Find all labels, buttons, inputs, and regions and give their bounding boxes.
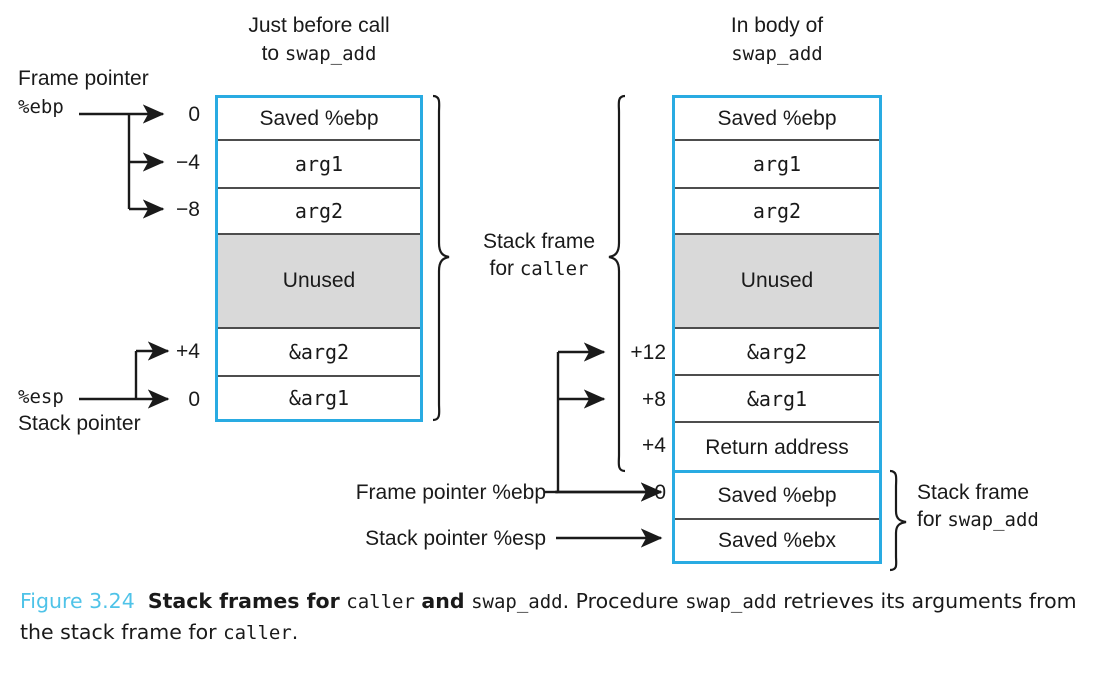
left-offset-0-bottom: 0 <box>188 388 200 411</box>
caller-brace-line2: for caller <box>459 255 619 283</box>
right-cell-arg1-text: arg1 <box>752 152 802 176</box>
right-header-line1: In body of <box>730 14 824 37</box>
left-cell-arg1: arg1 <box>218 141 420 189</box>
left-stack-frame-box: Saved %ebp arg1 arg2 Unused &arg2 &arg1 <box>215 95 423 422</box>
right-cell-unused: Unused <box>675 235 879 329</box>
left-frame-pointer-label: Frame pointer %ebp <box>18 66 149 120</box>
caption-body-1: . Procedure <box>562 589 679 613</box>
left-cell-addr-arg1-text: &arg1 <box>288 386 350 410</box>
right-cell-arg2-text: arg2 <box>752 199 802 223</box>
brace-swap-add <box>889 469 907 572</box>
left-header-line2: to swap_add <box>209 40 429 68</box>
left-frame-pointer-line1: Frame pointer <box>18 67 149 90</box>
swap-brace-for: for <box>917 508 942 531</box>
right-frame-pointer-text: Frame pointer %ebp <box>355 481 546 504</box>
right-cell-arg2: arg2 <box>675 189 879 235</box>
right-offset-0: 0 <box>654 481 666 504</box>
left-cell-unused: Unused <box>218 235 420 329</box>
left-offset-0-top: 0 <box>188 103 200 126</box>
left-stack-pointer-register: %esp <box>18 386 64 408</box>
right-cell-unused-text: Unused <box>740 269 814 292</box>
caller-brace-line1: Stack frame <box>482 230 596 253</box>
right-cell-addr-arg2: &arg2 <box>675 329 879 376</box>
pointer-arrows-svg <box>79 94 907 572</box>
right-cell-return-address: Return address <box>675 423 879 473</box>
right-offset-plus12: +12 <box>630 341 666 364</box>
brace-caller-left <box>432 94 450 422</box>
right-cell-saved-ebp-caller-text: Saved %ebp <box>717 106 837 130</box>
left-cell-saved-ebp: Saved %ebp <box>218 98 420 141</box>
swap-brace-line2: for swap_add <box>917 506 1107 534</box>
left-cell-addr-arg2-text: &arg2 <box>288 340 350 364</box>
right-stack-frame-box: Saved %ebp arg1 arg2 Unused &arg2 &arg1 … <box>672 95 882 564</box>
right-stack-pointer-label: Stack pointer %esp <box>316 526 546 552</box>
right-stack-pointer-text: Stack pointer %esp <box>365 527 546 550</box>
right-cell-addr-arg1-text: &arg1 <box>746 386 808 411</box>
right-cell-saved-ebp-caller: Saved %ebp <box>675 98 879 141</box>
brace-caller-right <box>608 94 626 473</box>
caller-brace-callee: caller <box>519 258 589 280</box>
left-cell-arg1-text: arg1 <box>294 152 344 176</box>
right-cell-addr-arg1: &arg1 <box>675 376 879 423</box>
right-offset-plus4: +4 <box>642 434 666 457</box>
right-ebp-arrow-group <box>545 342 663 502</box>
left-cell-arg2: arg2 <box>218 189 420 235</box>
caption-bold-and: and <box>421 589 465 613</box>
left-cell-unused-text: Unused <box>282 269 356 292</box>
caption-mono-swapadd-2: swap_add <box>685 591 777 613</box>
caller-brace-for: for <box>489 257 515 280</box>
right-offset-plus8: +8 <box>642 388 666 411</box>
right-cell-arg1: arg1 <box>675 141 879 189</box>
swap-brace-callee: swap_add <box>947 509 1039 531</box>
right-cell-addr-arg2-text: &arg2 <box>746 339 808 364</box>
caption-mono-caller: caller <box>346 591 415 613</box>
right-frame-pointer-label: Frame pointer %ebp <box>316 480 546 506</box>
caller-brace-label: Stack frame for caller <box>459 228 619 283</box>
left-header-swap-add: swap_add <box>284 43 377 65</box>
right-header-swap-add: swap_add <box>731 43 823 65</box>
left-panel-header: Just before call to swap_add <box>209 12 429 68</box>
left-stack-pointer-label: %esp Stack pointer <box>18 384 141 437</box>
right-panel-header: In body of swap_add <box>667 12 887 68</box>
swap-brace-line1: Stack frame <box>917 481 1030 504</box>
caption-body-3: . <box>291 620 299 644</box>
left-offset-minus4: −4 <box>176 151 200 174</box>
right-cell-saved-ebx: Saved %ebx <box>675 520 879 561</box>
left-cell-addr-arg2: &arg2 <box>218 329 420 377</box>
figure-number: Figure 3.24 <box>20 589 135 613</box>
left-offset-minus8: −8 <box>176 198 200 221</box>
caption-mono-caller-2: caller <box>223 622 292 644</box>
figure-canvas: Just before call to swap_add Frame point… <box>0 0 1118 678</box>
left-frame-pointer-register: %ebp <box>18 96 64 118</box>
figure-caption: Figure 3.24 Stack frames for caller and … <box>20 586 1105 648</box>
right-cell-saved-ebp-swap-text: Saved %ebp <box>717 483 837 507</box>
left-cell-saved-ebp-text: Saved %ebp <box>259 106 379 130</box>
right-cell-saved-ebx-text: Saved %ebx <box>718 528 836 552</box>
left-offset-plus4: +4 <box>176 340 200 363</box>
right-cell-return-address-text: Return address <box>705 436 849 459</box>
left-cell-addr-arg1: &arg1 <box>218 377 420 419</box>
right-cell-saved-ebp-swap: Saved %ebp <box>675 473 879 520</box>
swap-add-brace-label: Stack frame for swap_add <box>917 479 1107 534</box>
left-header-line1: Just before call <box>248 14 390 37</box>
left-header-to: to <box>261 42 280 65</box>
left-stack-pointer-line2: Stack pointer <box>18 412 141 435</box>
caption-bold-1: Stack frames for <box>147 589 340 613</box>
left-cell-arg2-text: arg2 <box>294 199 344 223</box>
caption-mono-swapadd: swap_add <box>471 591 563 613</box>
